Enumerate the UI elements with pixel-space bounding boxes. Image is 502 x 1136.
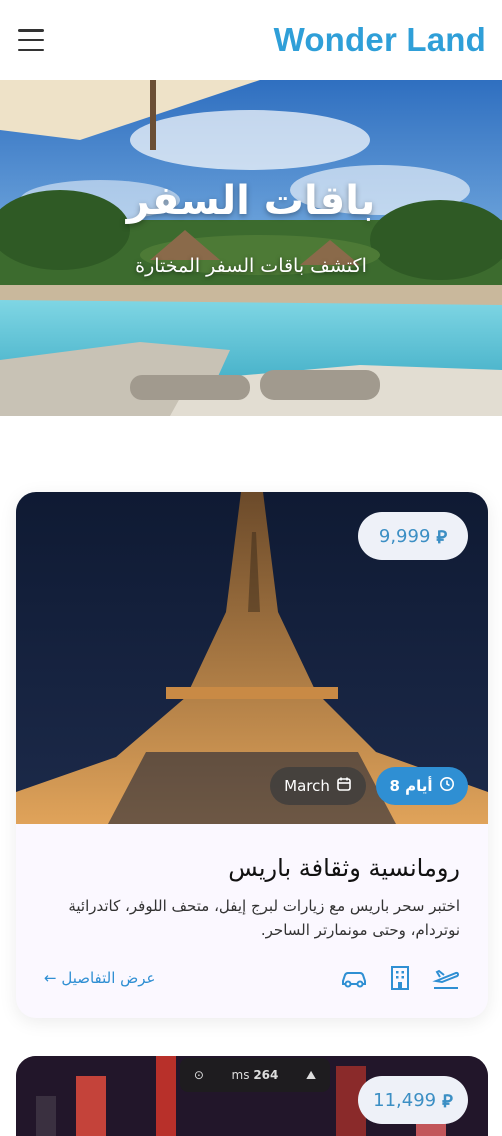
calendar-icon <box>336 776 352 796</box>
mountain-icon: ⛰ <box>306 1067 317 1082</box>
car-icon <box>340 964 368 992</box>
price-value: 11,499 <box>373 1089 437 1111</box>
month-badge: March <box>270 767 366 805</box>
price-badge: 11,499 ⃁ <box>358 1076 468 1124</box>
plane-icon <box>432 964 460 992</box>
riyal-icon: ⃁ <box>442 1090 453 1112</box>
month-value: March <box>284 777 330 795</box>
hamburger-icon[interactable] <box>18 29 44 51</box>
riyal-icon: ⃁ <box>436 526 448 548</box>
hero-title: باقات السفر <box>126 178 376 224</box>
hero-banner: باقات السفر اكتشف باقات السفر المختارة <box>0 80 502 416</box>
hero-image <box>0 80 502 416</box>
target-icon: ⊙ <box>193 1068 204 1082</box>
package-card[interactable]: 9,999 ⃁ March 8 أيام رومانسية وثقافة بار… <box>16 492 488 1018</box>
package-image: 9,999 ⃁ March 8 أيام <box>16 492 488 824</box>
hero-subtitle: اكتشف باقات السفر المختارة <box>135 255 367 277</box>
perf-overlay: ⊙ ms 264 ⛰ <box>180 1058 330 1092</box>
clock-icon <box>439 776 455 796</box>
hotel-icon <box>386 964 414 992</box>
price-badge: 9,999 ⃁ <box>358 512 468 560</box>
duration-badge: 8 أيام <box>376 767 468 805</box>
latency-unit: ms <box>231 1068 250 1082</box>
duration-value: 8 أيام <box>389 777 433 795</box>
package-title: رومانسية وثقافة باريس <box>228 854 460 882</box>
latency-readout: ms 264 <box>232 1068 279 1082</box>
package-description: اختبر سحر باريس مع زيارات لبرج إيفل، متح… <box>68 897 460 939</box>
amenities <box>340 964 460 992</box>
card-footer: عرض التفاصيل ← <box>44 962 460 994</box>
price-value: 9,999 <box>378 525 431 547</box>
latency-value: 264 <box>253 1068 279 1082</box>
top-bar: Wonder Land <box>0 0 502 80</box>
brand-logo[interactable]: Wonder Land <box>274 21 486 59</box>
view-details-link[interactable]: عرض التفاصيل ← <box>44 969 156 987</box>
